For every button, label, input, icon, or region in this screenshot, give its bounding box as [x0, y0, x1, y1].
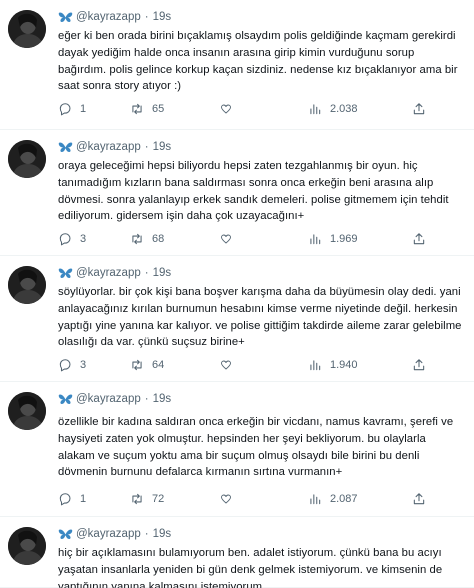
reply-icon: [59, 233, 71, 246]
tweet-feed: @kayrazapp · 19s eğer ki ben orada birin…: [0, 0, 474, 588]
share-icon: [413, 493, 425, 505]
reply-button[interactable]: 3: [58, 358, 130, 372]
avatar[interactable]: [8, 140, 46, 178]
views-count: 1.969: [330, 233, 358, 245]
timestamp[interactable]: 19s: [153, 393, 172, 405]
reply-count: 1: [80, 103, 87, 115]
timestamp[interactable]: 19s: [153, 11, 172, 23]
tweet[interactable]: @kayrazapp · 19s oraya geleceğimi hepsi …: [0, 130, 474, 256]
share-icon: [413, 233, 425, 245]
tweet-header: @kayrazapp · 19s: [58, 264, 462, 282]
reply-button[interactable]: 1: [58, 492, 130, 506]
reply-icon: [59, 103, 71, 116]
user-handle[interactable]: @kayrazapp: [76, 11, 141, 23]
tweet[interactable]: @kayrazapp · 19s eğer ki ben orada birin…: [0, 0, 474, 130]
tweet-text: hiç bir açıklamasını bulamıyorum ben. ad…: [58, 547, 443, 588]
reply-count: 3: [80, 233, 87, 245]
user-handle[interactable]: @kayrazapp: [76, 141, 141, 153]
retweet-button[interactable]: 64: [130, 358, 220, 372]
reply-icon: [59, 493, 71, 506]
timestamp[interactable]: 19s: [153, 267, 172, 279]
reply-button[interactable]: 1: [58, 102, 130, 116]
heart-icon: [221, 360, 231, 370]
views-count: 2.038: [330, 103, 358, 115]
separator-dot: ·: [144, 393, 149, 405]
retweet-count: 64: [152, 359, 165, 371]
separator-dot: ·: [144, 11, 149, 23]
avatar[interactable]: [8, 266, 46, 304]
views-button[interactable]: 2.038: [308, 102, 408, 116]
like-button[interactable]: [220, 232, 240, 246]
views-icon: [310, 104, 321, 115]
share-button[interactable]: [412, 102, 434, 116]
views-count: 1.940: [330, 359, 358, 371]
tweet-actions: 1 72 2.087: [58, 492, 434, 506]
user-handle[interactable]: @kayrazapp: [76, 528, 141, 540]
butterfly-icon: [58, 142, 73, 152]
tweet-actions: 3 64 1.940: [58, 358, 434, 372]
timestamp[interactable]: 19s: [153, 528, 172, 540]
retweet-icon: [132, 359, 142, 371]
tweet-actions: 3 68 1.969: [58, 232, 434, 246]
retweet-icon: [132, 493, 142, 505]
avatar[interactable]: [8, 392, 46, 430]
heart-icon: [221, 234, 231, 244]
reply-button[interactable]: 3: [58, 232, 130, 246]
tweet-text: eğer ki ben orada birini bıçaklamış olsa…: [58, 30, 458, 93]
views-count: 2.087: [330, 493, 358, 505]
views-icon: [310, 494, 321, 505]
reply-count: 1: [80, 493, 87, 505]
retweet-count: 72: [152, 493, 165, 505]
user-handle[interactable]: @kayrazapp: [76, 267, 141, 279]
reply-count: 3: [80, 359, 87, 371]
views-button[interactable]: 1.969: [308, 232, 408, 246]
like-button[interactable]: [220, 358, 240, 372]
views-button[interactable]: 1.940: [308, 358, 408, 372]
like-button[interactable]: [220, 492, 240, 506]
tweet-header: @kayrazapp · 19s: [58, 138, 462, 156]
retweet-button[interactable]: 65: [130, 102, 220, 116]
tweet-actions: 1 65 2.038: [58, 102, 434, 116]
views-button[interactable]: 2.087: [308, 492, 408, 506]
heart-icon: [221, 494, 231, 504]
tweet-header: @kayrazapp · 19s: [58, 8, 462, 26]
retweet-icon: [132, 233, 142, 245]
views-icon: [310, 360, 321, 371]
user-handle[interactable]: @kayrazapp: [76, 393, 141, 405]
share-button[interactable]: [412, 492, 434, 506]
reply-icon: [59, 359, 71, 372]
share-icon: [413, 359, 425, 371]
separator-dot: ·: [144, 141, 149, 153]
timestamp[interactable]: 19s: [153, 141, 172, 153]
tweet-text: oraya geleceğimi hepsi biliyordu hepsi z…: [58, 160, 449, 223]
retweet-icon: [132, 103, 142, 115]
share-icon: [413, 103, 425, 115]
tweet-header: @kayrazapp · 19s: [58, 525, 462, 543]
tweet[interactable]: @kayrazapp · 19s söylüyorlar. bir çok ki…: [0, 256, 474, 382]
tweet-header: @kayrazapp · 19s: [58, 390, 462, 408]
views-icon: [310, 234, 321, 245]
tweet[interactable]: @kayrazapp · 19s hiç bir açıklamasını bu…: [0, 517, 474, 588]
butterfly-icon: [58, 12, 73, 22]
avatar[interactable]: [8, 527, 46, 565]
tweet-text: özellikle bir kadına saldıran onca erkeğ…: [58, 416, 454, 479]
butterfly-icon: [58, 529, 73, 539]
retweet-count: 68: [152, 233, 165, 245]
separator-dot: ·: [144, 267, 149, 279]
separator-dot: ·: [144, 528, 149, 540]
avatar[interactable]: [8, 10, 46, 48]
tweet-text: söylüyorlar. bir çok kişi bana boşver ka…: [58, 286, 462, 349]
heart-icon: [221, 104, 231, 114]
tweet[interactable]: @kayrazapp · 19s özellikle bir kadına sa…: [0, 382, 474, 517]
share-button[interactable]: [412, 358, 434, 372]
share-button[interactable]: [412, 232, 434, 246]
retweet-count: 65: [152, 103, 165, 115]
butterfly-icon: [58, 394, 73, 404]
butterfly-icon: [58, 268, 73, 278]
retweet-button[interactable]: 68: [130, 232, 220, 246]
retweet-button[interactable]: 72: [130, 492, 220, 506]
like-button[interactable]: [220, 102, 240, 116]
